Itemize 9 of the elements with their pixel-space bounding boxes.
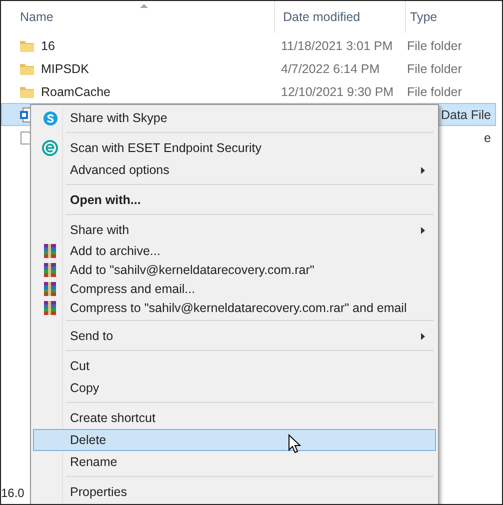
file-type: File folder [406,38,463,52]
date-modified: 4/7/2022 6:14 PM [280,62,381,76]
status-text: 16.0 [1,486,24,500]
file-type: Data File [440,108,492,122]
date-modified: 12/10/2021 9:30 PM [280,84,395,98]
file-type: File folder [406,84,463,98]
file-type: e [483,130,492,144]
date-modified: 11/18/2021 3:01 PM [280,38,394,52]
file-type: File folder [406,62,463,76]
